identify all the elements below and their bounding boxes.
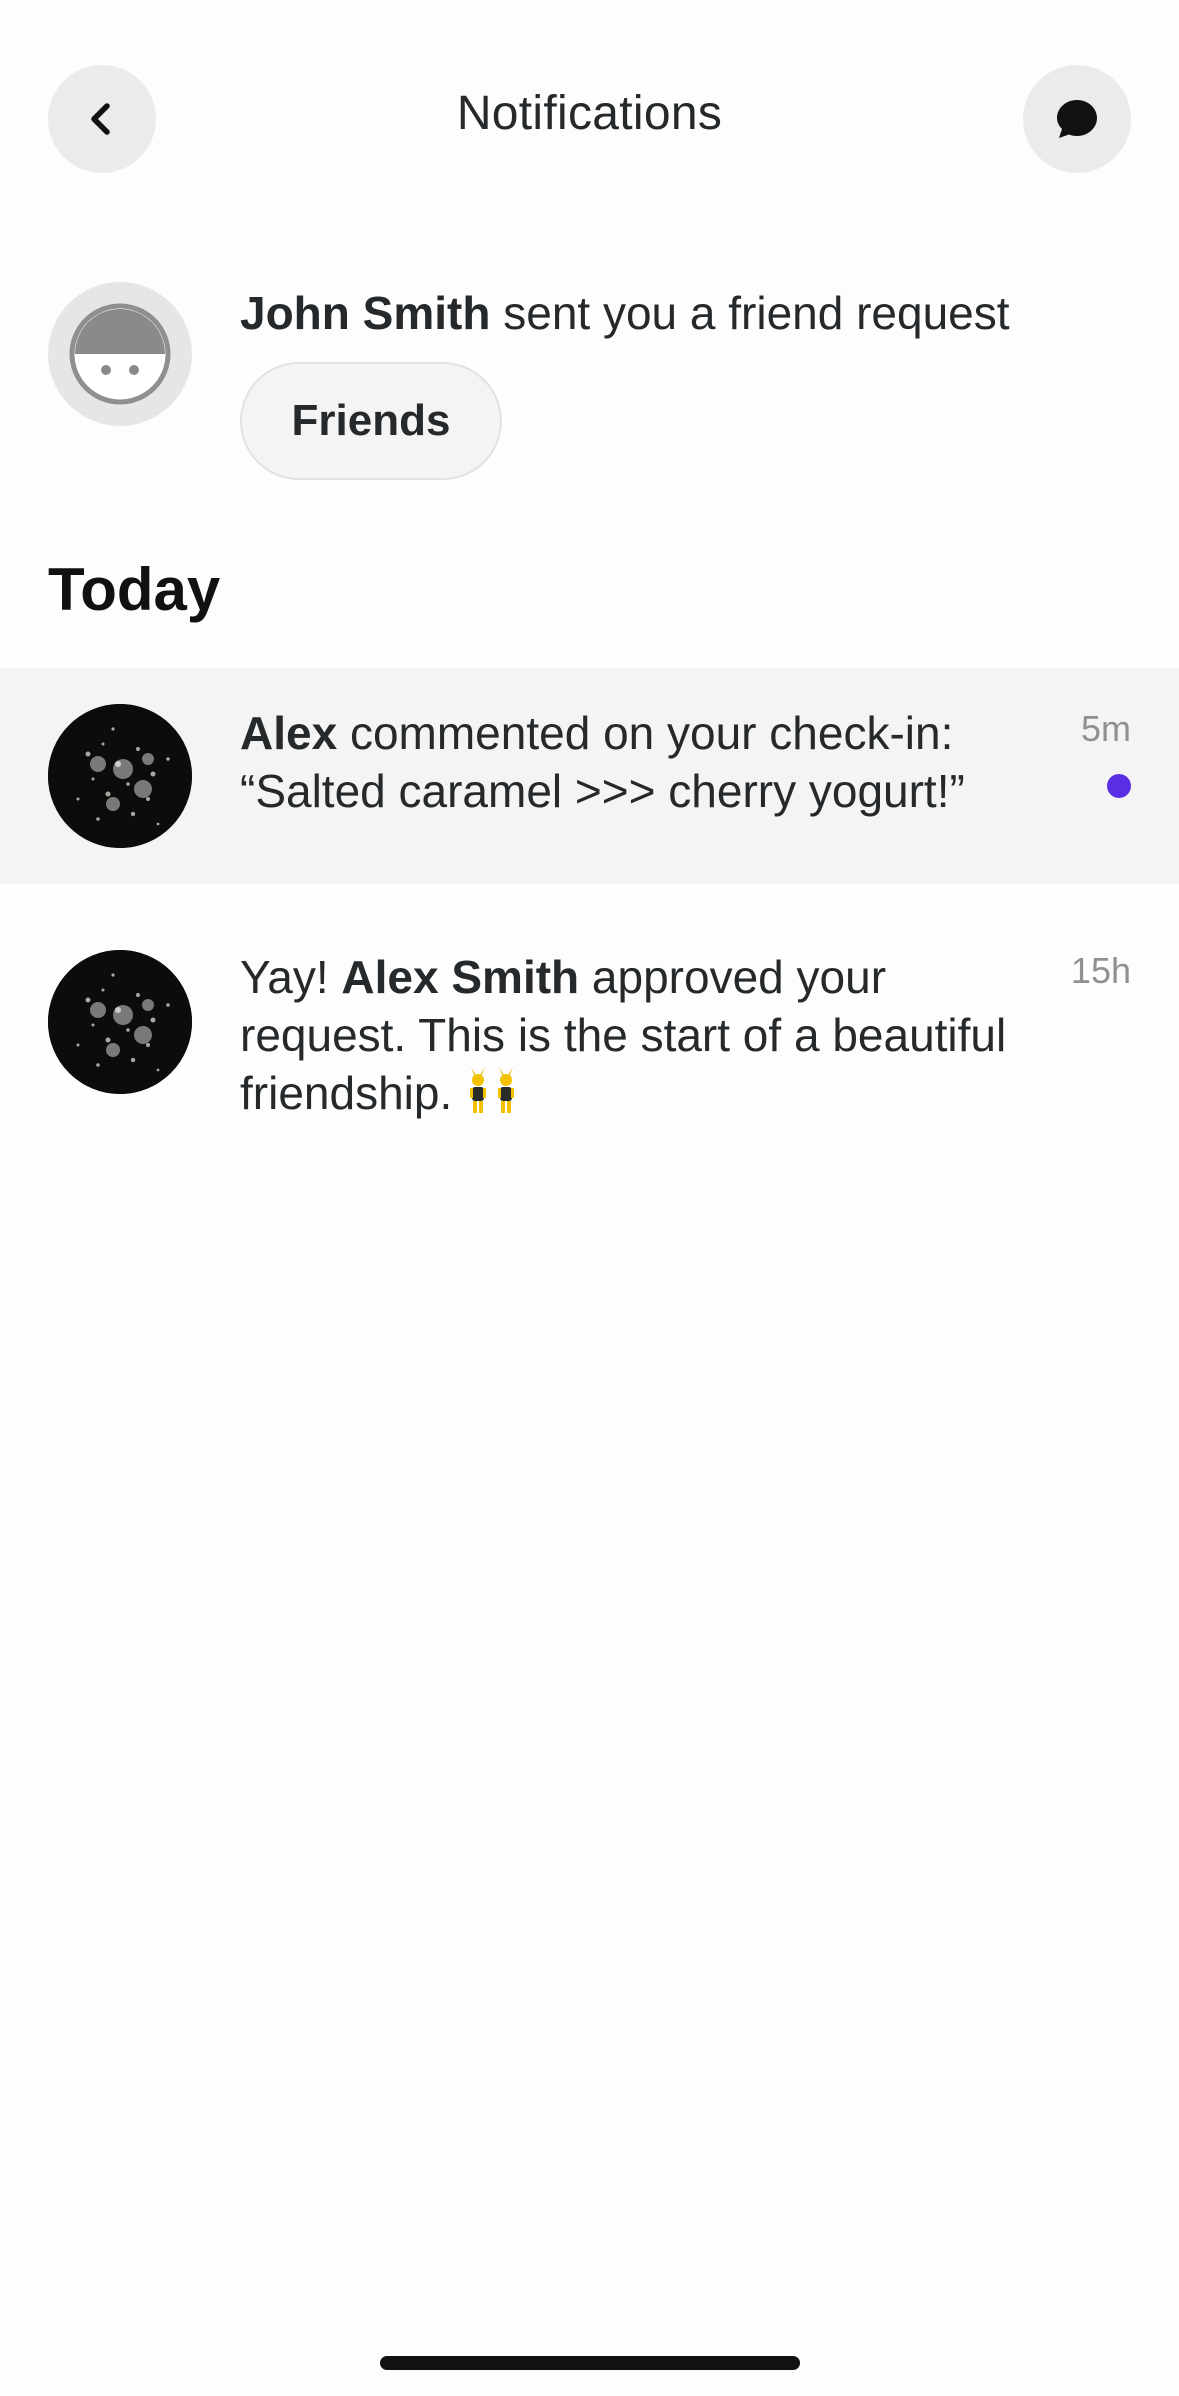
friend-request-notification[interactable]: John Smith sent you a friend request Fri… [0,280,1179,500]
avatar-photo [48,704,192,848]
home-indicator[interactable] [380,2356,800,2370]
dancing-people-emoji-icon [465,1065,521,1128]
notification-row[interactable]: Alex commented on your check-in: “Salted … [0,668,1179,884]
avatar[interactable] [48,950,192,1094]
notification-text: Yay! Alex Smith approved your request. T… [240,948,1060,1128]
sender-name[interactable]: John Smith [240,287,490,339]
avatar[interactable] [48,282,192,426]
avatar-photo [48,950,192,1094]
friend-request-text: John Smith sent you a friend request [240,284,1010,342]
notification-message: commented on your check-in: [337,707,954,759]
friends-button[interactable]: Friends [240,362,502,480]
notification-text: Alex commented on your check-in: “Salted … [240,704,1060,820]
avatar[interactable] [48,704,192,848]
section-title-today: Today [48,556,221,623]
notification-row[interactable]: Yay! Alex Smith approved your request. T… [0,910,1179,1150]
friend-request-message: sent you a friend request [490,287,1010,339]
approver-name[interactable]: Alex Smith [341,951,579,1003]
unread-indicator [1107,774,1131,798]
chat-bubble-icon [1057,100,1097,138]
comment-quote: “Salted caramel >>> cherry yogurt!” [240,765,965,817]
chat-button[interactable] [1023,65,1131,173]
page-title: Notifications [456,87,723,140]
top-bar: Notifications [0,0,1179,200]
timestamp: 5m [1080,708,1131,749]
default-avatar-icon [69,303,171,405]
commenter-name[interactable]: Alex [240,707,337,759]
timestamp: 15h [1070,950,1131,991]
notification-prefix: Yay! [240,951,342,1003]
